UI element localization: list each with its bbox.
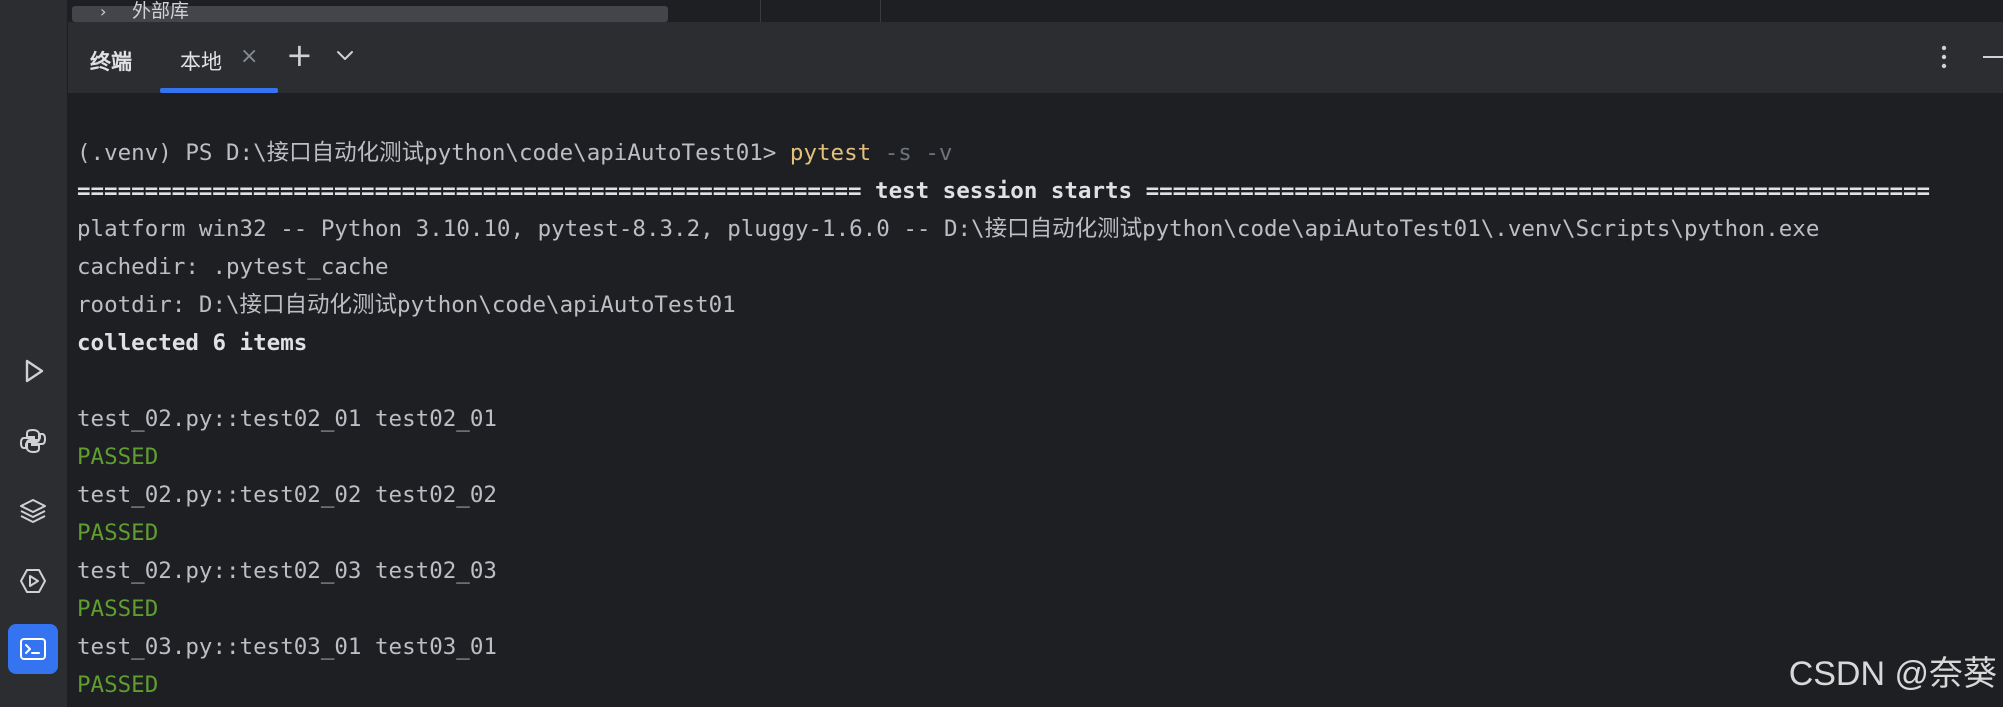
ide-window: › 外部库 终端 本地 × + (.venv) PS D:\接口自动化测试pyt… — [0, 0, 2003, 707]
layers-button[interactable] — [8, 486, 58, 536]
prompt-line: (.venv) PS D:\接口自动化测试python\code\apiAuto… — [77, 134, 952, 172]
terminal-header: 终端 本地 × + — [68, 22, 2003, 94]
tab-label: 本地 — [180, 50, 222, 74]
command-flags: -s -v — [871, 140, 953, 166]
close-icon[interactable]: × — [240, 44, 258, 69]
chevron-right-icon: › — [100, 2, 107, 21]
test-status: PASSED — [77, 520, 159, 546]
test-name: test_02.py::test02_01 test02_01 — [77, 406, 497, 432]
minimize-icon[interactable] — [1983, 56, 2003, 58]
tab-local[interactable]: 本地 — [160, 22, 280, 94]
tree-row[interactable]: › 外部库 — [72, 0, 668, 22]
add-tab-button[interactable]: + — [286, 38, 313, 72]
session-start-banner: ========================================… — [77, 178, 1931, 204]
command-text: pytest — [789, 140, 872, 166]
chevron-down-icon[interactable] — [334, 44, 356, 66]
test-name: test_03.py::test03_01 test03_01 — [77, 634, 497, 660]
terminal-output[interactable]: (.venv) PS D:\接口自动化测试python\code\apiAuto… — [68, 94, 2003, 707]
divider — [760, 0, 761, 22]
test-status: PASSED — [77, 596, 159, 622]
layers-icon — [20, 499, 46, 523]
project-tree-remnant: › 外部库 — [68, 0, 760, 22]
test-status: PASSED — [77, 444, 159, 470]
tree-item-label: 外部库 — [132, 0, 190, 22]
collected-line: collected 6 items — [77, 330, 308, 356]
active-tab-indicator — [160, 88, 278, 93]
platform-line: platform win32 -- Python 3.10.10, pytest… — [77, 216, 1820, 242]
run-button[interactable] — [8, 346, 58, 396]
watermark: CSDN @奈葵 — [1788, 655, 1997, 693]
test-name: test_02.py::test02_02 test02_02 — [77, 482, 497, 508]
python-console-button[interactable] — [8, 416, 58, 466]
terminal-button[interactable] — [8, 624, 58, 674]
tool-window-title: 终端 — [90, 50, 132, 74]
services-button[interactable] — [8, 556, 58, 606]
rootdir-line: rootdir: D:\接口自动化测试python\code\apiAutoTe… — [77, 292, 736, 318]
divider — [880, 0, 881, 22]
run-icon — [25, 359, 44, 383]
tool-window-strip — [0, 0, 68, 707]
terminal-icon — [20, 638, 46, 660]
cachedir-line: cachedir: .pytest_cache — [77, 254, 389, 280]
services-icon — [20, 569, 46, 593]
python-console-icon — [19, 428, 47, 454]
test-status: PASSED — [77, 672, 159, 698]
more-options-icon[interactable] — [1936, 42, 1952, 72]
test-name: test_02.py::test02_03 test02_03 — [77, 558, 497, 584]
prompt-text: (.venv) PS D:\接口自动化测试python\code\apiAuto… — [77, 140, 790, 166]
